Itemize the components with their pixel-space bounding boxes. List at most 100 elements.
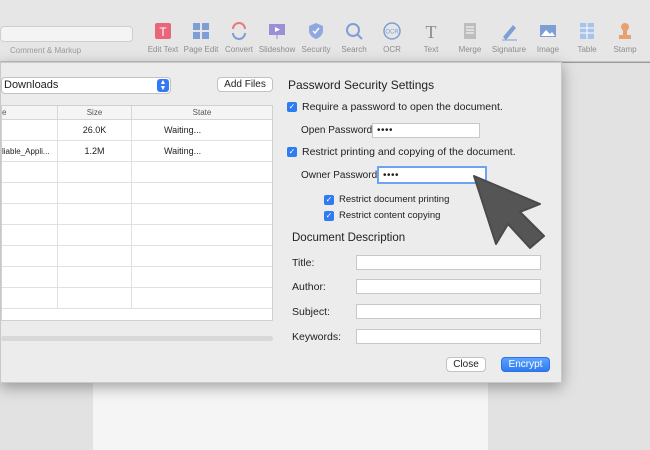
file-size: 26.0K (58, 120, 132, 141)
toolbar-label: Edit Text (147, 45, 179, 54)
table-row (2, 204, 272, 225)
table-row[interactable]: liable_Appli... 1.2M Waiting... (2, 141, 272, 162)
keywords-label: Keywords: (292, 331, 342, 343)
toolbar-label: Table (577, 45, 597, 54)
toolbar-ocr[interactable]: OCR OCR (371, 20, 413, 54)
svg-text:OCR: OCR (385, 30, 399, 36)
column-size[interactable]: Size (58, 106, 132, 120)
toolbar-signature[interactable]: Signature (488, 20, 530, 54)
restrict-content-copying-label: Restrict content copying (339, 210, 441, 221)
merge-icon (459, 20, 481, 42)
title-field[interactable] (356, 255, 541, 270)
document-description-title: Document Description (292, 232, 406, 244)
encrypt-button[interactable]: Encrypt (501, 357, 550, 372)
toolbar-merge[interactable]: Merge (449, 20, 491, 54)
svg-text:T: T (426, 22, 437, 41)
convert-icon (228, 20, 250, 42)
table-row (2, 246, 272, 267)
toolbar-label: OCR (383, 45, 401, 54)
security-icon (305, 20, 327, 42)
folder-select-value: Downloads (4, 79, 59, 91)
restrict-document-printing-label: Restrict document printing (339, 194, 450, 205)
toolbar-text[interactable]: T Text (410, 20, 452, 54)
toolbar-convert[interactable]: Convert (218, 20, 260, 54)
security-settings-title: Password Security Settings (288, 78, 435, 92)
toolbar-label: Slideshow (258, 45, 296, 54)
subject-label: Subject: (292, 306, 330, 318)
table-row (2, 288, 272, 309)
subject-field[interactable] (356, 304, 541, 319)
file-state: Waiting... (164, 146, 202, 156)
search-icon (343, 20, 365, 42)
checkbox-checked-icon: ✓ (287, 102, 297, 112)
owner-password-label: Owner Password: (301, 170, 380, 181)
toolbar-table[interactable]: Table (566, 20, 608, 54)
page-edit-icon (190, 20, 212, 42)
chevron-updown-icon: ▲ ▼ (157, 79, 169, 92)
toolbar-page-edit[interactable]: Page Edit (180, 20, 222, 54)
main-toolbar: Comment & Markup T Edit Text Page Edit C… (0, 0, 650, 62)
require-open-password-label: Require a password to open the document. (302, 101, 503, 113)
toolbar-label: Signature (491, 45, 527, 54)
horizontal-scrollbar[interactable] (1, 336, 273, 341)
image-icon (537, 20, 559, 42)
ocr-icon: OCR (381, 20, 403, 42)
toolbar-security[interactable]: Security (295, 20, 337, 54)
table-row (2, 183, 272, 204)
toolbar-label: Security (301, 45, 331, 54)
toolbar-edit-text[interactable]: T Edit Text (142, 20, 184, 54)
title-label: Title: (292, 257, 315, 269)
column-name[interactable]: e (2, 106, 58, 120)
comment-markup-label: Comment & Markup (10, 46, 82, 55)
table-row (2, 225, 272, 246)
document-page (93, 383, 488, 450)
markup-tools-segment[interactable] (0, 26, 133, 42)
pointer-arrow-icon (473, 175, 545, 249)
toolbar-slideshow[interactable]: Slideshow (256, 20, 298, 54)
restrict-document-printing-checkbox[interactable]: ✓ Restrict document printing (324, 194, 449, 205)
restrict-printing-copying-checkbox[interactable]: ✓ Restrict printing and copying of the d… (287, 146, 516, 158)
stamp-icon (614, 20, 636, 42)
toolbar-label: Convert (224, 45, 253, 54)
owner-password-value: •••• (383, 170, 400, 181)
open-password-value: •••• (377, 125, 394, 136)
text-icon: T (420, 20, 442, 42)
checkbox-checked-icon: ✓ (324, 194, 334, 205)
author-field[interactable] (356, 279, 541, 294)
table-row (2, 162, 272, 183)
keywords-field[interactable] (356, 329, 541, 344)
table-icon (576, 20, 598, 42)
toolbar-label: Search (341, 45, 367, 54)
file-table: e Size State 26.0K Waiting... liable_App… (1, 105, 273, 321)
toolbar-search[interactable]: Search (333, 20, 375, 54)
toolbar-label: Text (423, 45, 439, 54)
toolbar-label: Image (536, 45, 560, 54)
file-name: liable_Appli... (2, 141, 58, 162)
checkbox-checked-icon: ✓ (324, 210, 334, 221)
restrict-content-copying-checkbox[interactable]: ✓ Restrict content copying (324, 210, 440, 221)
toolbar-label: Page Edit (183, 45, 219, 54)
file-name (2, 120, 58, 141)
open-password-field[interactable]: •••• (372, 123, 480, 138)
table-header: e Size State (2, 106, 272, 120)
toolbar-image[interactable]: Image (527, 20, 569, 54)
svg-text:T: T (159, 25, 167, 39)
require-open-password-checkbox[interactable]: ✓ Require a password to open the documen… (287, 101, 503, 113)
toolbar-label: Stamp (613, 45, 637, 54)
toolbar-label: Merge (458, 45, 482, 54)
table-row (2, 267, 272, 288)
slideshow-icon (266, 20, 288, 42)
checkbox-checked-icon: ✓ (287, 147, 297, 157)
folder-select[interactable]: Downloads ▲ ▼ (1, 77, 171, 94)
edit-text-icon: T (152, 20, 174, 42)
open-password-label: Open Password: (301, 125, 375, 136)
comment-markup-group: Comment & Markup (0, 0, 140, 62)
restrict-printing-copying-label: Restrict printing and copying of the doc… (302, 146, 516, 158)
column-state[interactable]: State (132, 106, 272, 120)
file-size: 1.2M (58, 141, 132, 162)
file-state: Waiting... (164, 125, 202, 135)
toolbar-stamp[interactable]: Stamp (604, 20, 646, 54)
close-button[interactable]: Close (446, 357, 486, 372)
add-files-button[interactable]: Add Files (217, 77, 273, 92)
table-row[interactable]: 26.0K Waiting... (2, 120, 272, 141)
